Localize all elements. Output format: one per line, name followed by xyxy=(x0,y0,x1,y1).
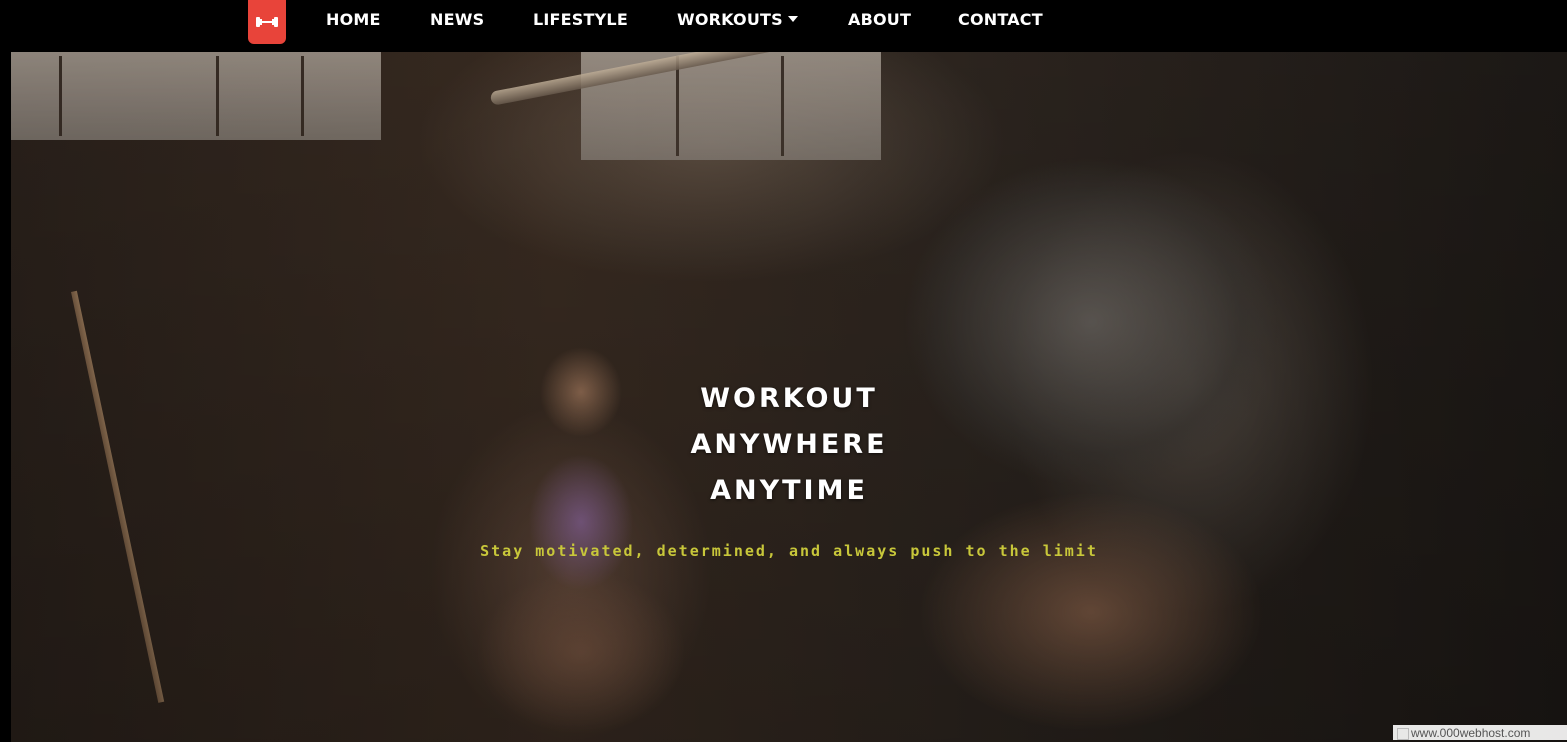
webhost-badge-link[interactable]: www.000webhost.com xyxy=(1393,725,1567,740)
nav-contact-link[interactable]: CONTACT xyxy=(958,10,1043,29)
top-navbar: HOME NEWS LIFESTYLE WORKOUTS ABOUT CONTA… xyxy=(0,0,1300,52)
broken-image-icon xyxy=(1397,727,1409,740)
dumbbell-icon xyxy=(256,17,278,27)
caret-down-icon xyxy=(787,15,798,22)
nav-workouts-label: WORKOUTS xyxy=(677,10,783,29)
nav-about-link[interactable]: ABOUT xyxy=(848,10,911,29)
hero-headline: WORKOUT ANYWHERE ANYTIME xyxy=(11,376,1567,514)
nav-news-link[interactable]: NEWS xyxy=(430,10,484,29)
webhost-badge-text: www.000webhost.com xyxy=(1411,726,1531,740)
hero-tagline: Stay motivated, determined, and always p… xyxy=(480,542,1098,560)
hero-banner: WORKOUT ANYWHERE ANYTIME Stay motivated,… xyxy=(11,52,1567,742)
headline-line: WORKOUT xyxy=(700,383,878,414)
nav-workouts-dropdown[interactable]: WORKOUTS xyxy=(677,10,798,29)
nav-home-link[interactable]: HOME xyxy=(326,10,381,29)
headline-line: ANYTIME xyxy=(710,475,868,506)
headline-line: ANYWHERE xyxy=(690,429,888,460)
nav-lifestyle-link[interactable]: LIFESTYLE xyxy=(533,10,628,29)
site-logo[interactable] xyxy=(248,0,286,44)
